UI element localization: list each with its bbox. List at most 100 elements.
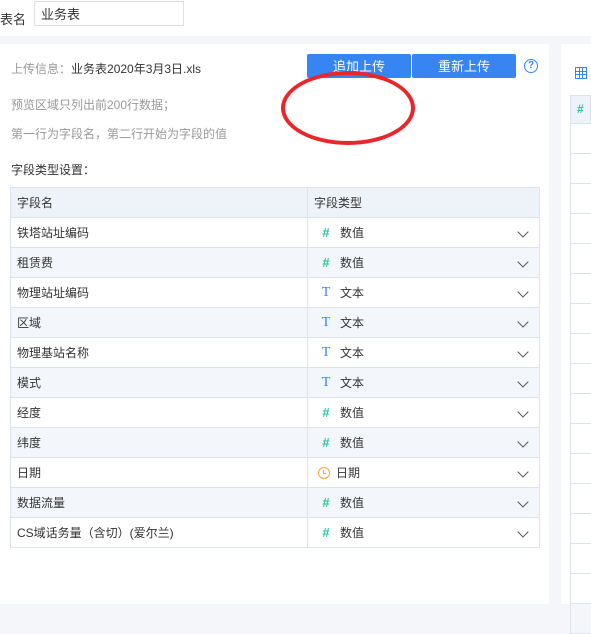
field-name-cell: CS域话务量（含切）(爱尔兰) bbox=[10, 517, 308, 548]
field-type-label: 数值 bbox=[340, 436, 365, 450]
table-row: 日期 日期 bbox=[10, 457, 540, 488]
preview-row bbox=[570, 304, 591, 334]
upload-info: 上传信息：业务表2020年3月3日.xls bbox=[11, 60, 201, 77]
preview-row bbox=[570, 574, 591, 604]
preview-row bbox=[570, 424, 591, 454]
chevron-down-icon[interactable] bbox=[517, 346, 529, 358]
number-type-icon: # bbox=[322, 255, 330, 270]
field-type-select[interactable]: # 数值 bbox=[307, 397, 540, 428]
table-name-input[interactable] bbox=[34, 1, 184, 26]
field-type-settings-title: 字段类型设置： bbox=[11, 163, 96, 177]
preview-row bbox=[570, 274, 591, 304]
chevron-down-icon[interactable] bbox=[517, 526, 529, 538]
text-type-icon: T bbox=[321, 344, 331, 360]
preview-row bbox=[570, 454, 591, 484]
field-name-cell: 租赁费 bbox=[10, 247, 308, 278]
clock-icon bbox=[318, 466, 330, 479]
text-type-icon: T bbox=[321, 374, 331, 390]
preview-row bbox=[570, 364, 591, 394]
table-name-label: 表名 bbox=[0, 12, 27, 27]
field-type-select[interactable]: T 文本 bbox=[307, 307, 540, 338]
column-header-field-name: 字段名 bbox=[10, 187, 308, 218]
chevron-down-icon[interactable] bbox=[517, 256, 529, 268]
field-type-select[interactable]: T 文本 bbox=[307, 277, 540, 308]
chevron-down-icon[interactable] bbox=[517, 376, 529, 388]
table-row: 纬度 # 数值 bbox=[10, 427, 540, 458]
preview-row bbox=[570, 484, 591, 514]
table-row: 模式 T 文本 bbox=[10, 367, 540, 398]
field-type-label: 日期 bbox=[336, 466, 361, 480]
upload-file-name: 业务表2020年3月3日.xls bbox=[71, 62, 202, 76]
table-row: 数据流量 # 数值 bbox=[10, 487, 540, 518]
chevron-down-icon[interactable] bbox=[517, 466, 529, 478]
table-row: 经度 # 数值 bbox=[10, 397, 540, 428]
field-name-cell: 物理站址编码 bbox=[10, 277, 308, 308]
field-name-cell: 区域 bbox=[10, 307, 308, 338]
chevron-down-icon[interactable] bbox=[517, 406, 529, 418]
preview-row bbox=[570, 604, 591, 634]
field-type-label: 数值 bbox=[340, 496, 365, 510]
field-type-label: 数值 bbox=[340, 526, 365, 540]
top-bar: 表名 bbox=[0, 0, 591, 36]
number-type-icon: # bbox=[322, 495, 330, 510]
table-grid-icon[interactable] bbox=[575, 67, 587, 79]
field-type-label: 文本 bbox=[340, 316, 365, 330]
preview-row bbox=[570, 544, 591, 574]
table-row: 铁塔站址编码 # 数值 bbox=[10, 217, 540, 248]
field-type-select[interactable]: # 数值 bbox=[307, 427, 540, 458]
preview-row bbox=[570, 184, 591, 214]
table-row: 租赁费 # 数值 bbox=[10, 247, 540, 278]
field-name-cell: 物理基站名称 bbox=[10, 337, 308, 368]
number-type-icon: # bbox=[322, 225, 330, 240]
preview-row bbox=[570, 214, 591, 244]
append-upload-button[interactable]: 追加上传 bbox=[307, 54, 411, 78]
preview-note: 预览区域只列出前200行数据； bbox=[11, 98, 176, 112]
field-name-cell: 模式 bbox=[10, 367, 308, 398]
preview-row bbox=[570, 244, 591, 274]
upload-panel: 上传信息：业务表2020年3月3日.xls 追加上传 重新上传 ? 预览区域只列… bbox=[0, 44, 549, 604]
chevron-down-icon[interactable] bbox=[517, 286, 529, 298]
reupload-button[interactable]: 重新上传 bbox=[412, 54, 516, 78]
text-type-icon: T bbox=[321, 314, 331, 330]
help-icon[interactable]: ? bbox=[524, 59, 538, 73]
preview-row bbox=[570, 394, 591, 424]
field-name-cell: 数据流量 bbox=[10, 487, 308, 518]
field-type-label: 数值 bbox=[340, 256, 365, 270]
field-name-cell: 日期 bbox=[10, 457, 308, 488]
table-header-row: 字段名 字段类型 bbox=[10, 187, 540, 218]
table-row: 物理站址编码 T 文本 bbox=[10, 277, 540, 308]
field-type-select[interactable]: # 数值 bbox=[307, 217, 540, 248]
preview-row bbox=[570, 154, 591, 184]
preview-panel: # bbox=[561, 44, 591, 634]
field-type-label: 数值 bbox=[340, 226, 365, 240]
field-type-label: 文本 bbox=[340, 286, 365, 300]
field-type-label: 数值 bbox=[340, 406, 365, 420]
field-type-select[interactable]: T 文本 bbox=[307, 337, 540, 368]
upload-info-label: 上传信息： bbox=[11, 62, 72, 76]
field-type-select[interactable]: 日期 bbox=[307, 457, 540, 488]
table-row: CS域话务量（含切）(爱尔兰) # 数值 bbox=[10, 517, 540, 548]
field-name-cell: 经度 bbox=[10, 397, 308, 428]
table-row: 物理基站名称 T 文本 bbox=[10, 337, 540, 368]
field-type-label: 文本 bbox=[340, 346, 365, 360]
preview-row bbox=[570, 124, 591, 154]
chevron-down-icon[interactable] bbox=[517, 436, 529, 448]
field-type-table: 字段名 字段类型 铁塔站址编码 # 数值 租赁费 # 数值 物理站址编码 T 文本 区域 T 文本 物理… bbox=[10, 187, 540, 548]
chevron-down-icon[interactable] bbox=[517, 496, 529, 508]
field-name-cell: 纬度 bbox=[10, 427, 308, 458]
chevron-down-icon[interactable] bbox=[517, 316, 529, 328]
number-type-icon: # bbox=[322, 525, 330, 540]
field-type-select[interactable]: # 数值 bbox=[307, 487, 540, 518]
text-type-icon: T bbox=[321, 284, 331, 300]
field-name-cell: 铁塔站址编码 bbox=[10, 217, 308, 248]
field-type-select[interactable]: T 文本 bbox=[307, 367, 540, 398]
field-type-label: 文本 bbox=[340, 376, 365, 390]
preview-header-cell: # bbox=[570, 95, 591, 124]
field-type-select[interactable]: # 数值 bbox=[307, 517, 540, 548]
number-type-icon: # bbox=[322, 405, 330, 420]
chevron-down-icon[interactable] bbox=[517, 226, 529, 238]
field-row-note: 第一行为字段名，第二行开始为字段的值 bbox=[11, 127, 228, 141]
table-row: 区域 T 文本 bbox=[10, 307, 540, 338]
preview-row bbox=[570, 514, 591, 544]
field-type-select[interactable]: # 数值 bbox=[307, 247, 540, 278]
